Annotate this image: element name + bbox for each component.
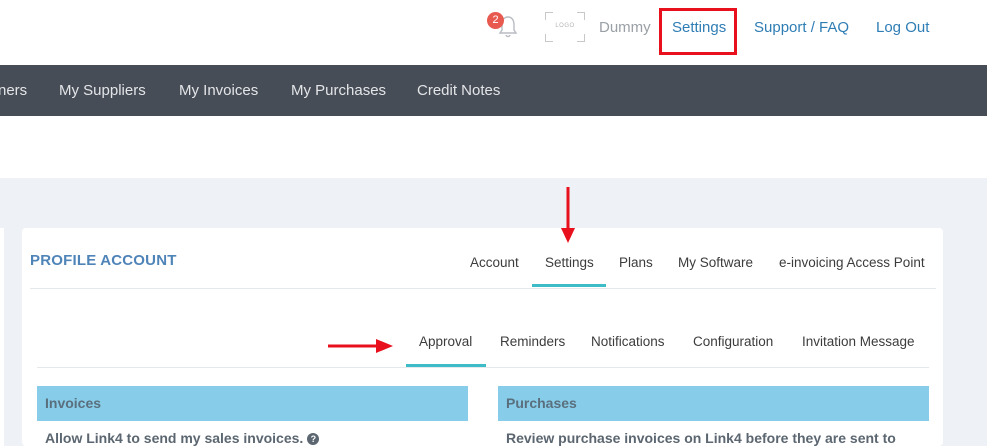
invoices-setting-label: Allow Link4 to send my sales invoices.? — [45, 430, 320, 446]
subtab-configuration[interactable]: Configuration — [693, 334, 773, 349]
company-logo: LOGO — [545, 12, 585, 42]
tab-e-invoicing-access-point[interactable]: e-invoicing Access Point — [779, 255, 925, 270]
settings-highlight-box — [659, 8, 737, 55]
nav-item-credit-notes[interactable]: Credit Notes — [417, 82, 500, 99]
question-circle-icon[interactable]: ? — [307, 433, 320, 445]
left-panel-edge — [0, 228, 4, 446]
down-arrow-annotation — [561, 187, 575, 243]
subtab-approval[interactable]: Approval — [419, 334, 472, 349]
subtabs-divider — [37, 367, 929, 368]
nav-item-my-invoices[interactable]: My Invoices — [179, 82, 258, 99]
nav-item-partners[interactable]: ners — [0, 82, 27, 99]
right-arrow-annotation — [328, 339, 393, 353]
nav-item-my-suppliers[interactable]: My Suppliers — [59, 82, 146, 99]
user-name[interactable]: Dummy — [599, 19, 651, 36]
purchases-section-title: Purchases — [506, 395, 577, 411]
purchases-setting-text: Review purchase invoices on Link4 before… — [506, 430, 896, 446]
tab-plans[interactable]: Plans — [619, 255, 653, 270]
subtab-reminders[interactable]: Reminders — [500, 334, 565, 349]
logo-text: LOGO — [555, 23, 575, 29]
subtab-notifications[interactable]: Notifications — [591, 334, 665, 349]
page-title: PROFILE ACCOUNT — [30, 252, 177, 269]
main-nav: ners My Suppliers My Invoices My Purchas… — [0, 65, 987, 116]
invoices-section-header: Invoices — [37, 386, 468, 421]
invoices-section-title: Invoices — [45, 395, 102, 411]
top-header: 2 LOGO Dummy Settings Support / FAQ Log … — [0, 0, 987, 65]
purchases-setting-label: Review purchase invoices on Link4 before… — [506, 430, 896, 446]
support-faq-link[interactable]: Support / FAQ — [754, 19, 849, 36]
purchases-section-header: Purchases — [498, 386, 929, 421]
tab-account[interactable]: Account — [470, 255, 519, 270]
nav-item-my-purchases[interactable]: My Purchases — [291, 82, 386, 99]
tab-my-software[interactable]: My Software — [678, 255, 753, 270]
active-tab-indicator — [532, 284, 606, 287]
invoices-setting-text: Allow Link4 to send my sales invoices. — [45, 430, 304, 446]
subtab-invitation-message[interactable]: Invitation Message — [802, 334, 915, 349]
tabs-divider — [30, 288, 936, 289]
logout-link[interactable]: Log Out — [876, 19, 929, 36]
tab-settings[interactable]: Settings — [545, 255, 594, 270]
notification-badge[interactable]: 2 — [487, 12, 504, 29]
